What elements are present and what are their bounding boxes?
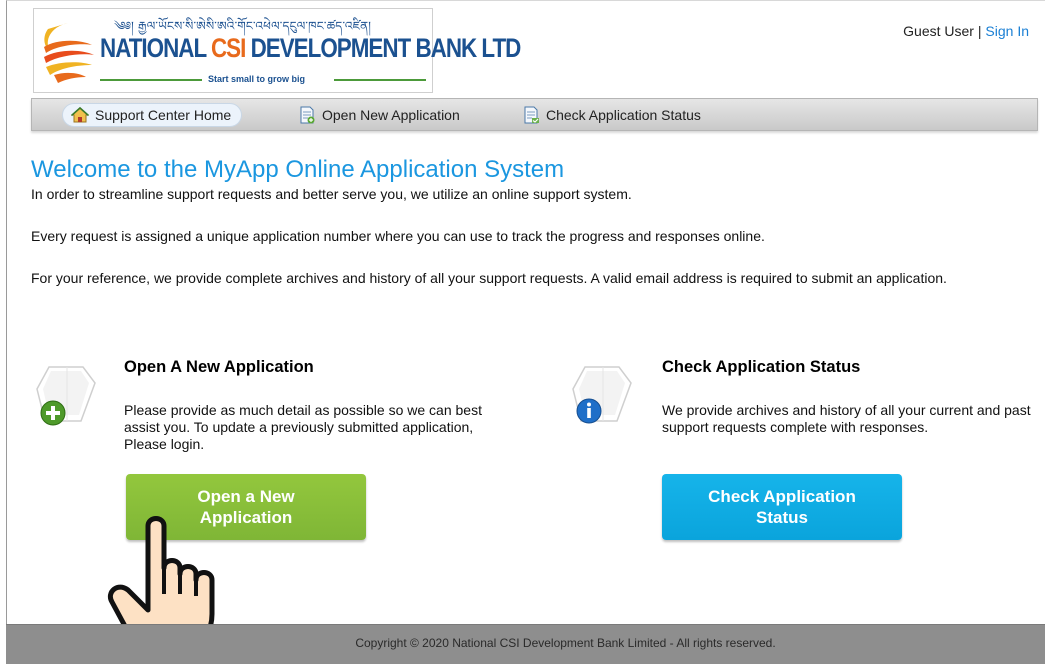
- nav-label-open-new: Open New Application: [322, 107, 460, 123]
- bank-logo[interactable]: ༄༅། རྒྱལ་ཡོངས་སི་ཨེསི་ཨའི་གོང་འཕེལ་དངུལ་…: [33, 8, 521, 93]
- page-title: Welcome to the MyApp Online Application …: [31, 156, 565, 183]
- nav-check-application-status[interactable]: Check Application Status: [514, 103, 711, 127]
- application-status-icon: [572, 366, 632, 424]
- nav-label-home: Support Center Home: [95, 107, 232, 123]
- logo-rule-right: [334, 79, 426, 81]
- user-area: Guest User | Sign In: [903, 23, 1029, 39]
- footer: Copyright © 2020 National CSI Developmen…: [6, 624, 1045, 664]
- footer-copyright: Copyright © 2020 National CSI Developmen…: [355, 636, 776, 650]
- nav-support-center-home[interactable]: Support Center Home: [62, 103, 243, 127]
- intro-paragraph-3: For your reference, we provide complete …: [31, 270, 947, 286]
- intro-paragraph-2: Every request is assigned a unique appli…: [31, 228, 765, 244]
- new-ticket-icon: [300, 106, 315, 124]
- new-application-icon: [36, 366, 96, 426]
- status-card-description: We provide archives and history of all y…: [662, 402, 1031, 435]
- nav-open-new-application[interactable]: Open New Application: [290, 103, 470, 127]
- ticket-status-icon: [524, 106, 539, 124]
- sign-in-link[interactable]: Sign In: [985, 23, 1029, 39]
- logo-rule-left: [100, 79, 202, 81]
- check-application-status-button[interactable]: Check Application Status: [662, 474, 902, 540]
- logo-bank-name: NATIONAL CSI DEVELOPMENT BANK LTD: [100, 33, 521, 63]
- home-icon: [71, 106, 89, 123]
- swirl-logo-icon: [44, 23, 94, 83]
- user-separator: |: [973, 23, 986, 39]
- open-card-description: Please provide as much detail as possibl…: [124, 402, 482, 452]
- logo-tagline: Start small to grow big: [208, 74, 306, 84]
- status-card-title: Check Application Status: [662, 358, 861, 376]
- open-card-title: Open A New Application: [124, 358, 314, 376]
- guest-user-label: Guest User: [903, 23, 974, 39]
- nav-label-check-status: Check Application Status: [546, 107, 701, 123]
- intro-paragraph-1: In order to streamline support requests …: [31, 186, 632, 202]
- main-nav-bar: Support Center Home Open New Application…: [31, 98, 1038, 131]
